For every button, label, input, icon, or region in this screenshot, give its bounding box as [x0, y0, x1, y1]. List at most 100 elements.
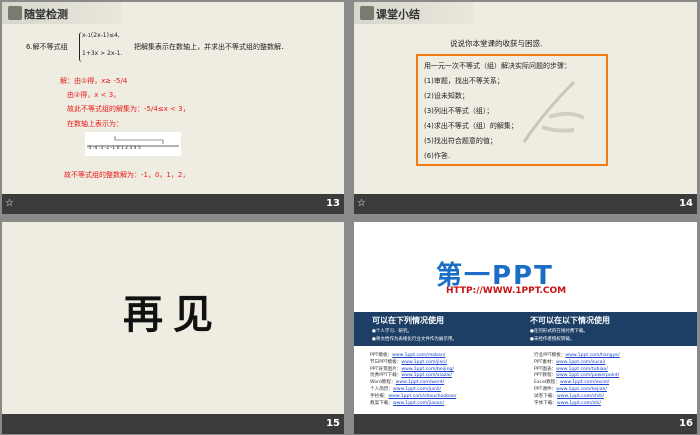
- resource-link-url[interactable]: www.1ppt.com/sucai/: [556, 360, 605, 365]
- summary-box: 用一元一次不等式（组）解决实际问题的步骤： (1)审题，找出不等关系； (2)设…: [416, 54, 608, 166]
- star-icon: ☆: [357, 198, 366, 209]
- summary-intro: 说说你本堂课的收获与困惑.: [450, 39, 543, 48]
- summary-line: (2)设未知数；: [424, 92, 469, 100]
- frac-numerator-2: 5: [146, 105, 151, 113]
- star-icon: ☆: [5, 198, 14, 209]
- brand-url: HTTP://WWW.1PPT.COM: [446, 286, 567, 296]
- forbidden-item: ●任何形式的在线付费下载。: [530, 329, 588, 334]
- resource-link-url[interactable]: www.1ppt.com/hangye/: [565, 353, 619, 358]
- system-line-1b: (2x-1)≤4,: [90, 32, 120, 39]
- resource-link[interactable]: PPT模板：www.1ppt.com/moban/: [370, 352, 445, 358]
- solution-line-5: 故不等式组的整数解为：-1，0，1，2，: [64, 171, 190, 179]
- page-number: 13: [326, 198, 340, 209]
- forbidden-title: 不可以在以下情况使用: [530, 316, 610, 325]
- solution-line-1-text: 解：由①得，x≥ -: [60, 77, 117, 85]
- system-line-2: 1+3x > 2x-1.: [82, 50, 122, 57]
- slide-header: 随堂检测: [2, 2, 122, 24]
- footer-15: 15: [2, 414, 344, 434]
- resource-link-url[interactable]: www.1ppt.com/excel/: [560, 380, 609, 385]
- page-number: 15: [326, 418, 340, 429]
- solution-line-3b: ≤x < 3，: [157, 105, 190, 113]
- resource-link-url[interactable]: www.1ppt.com/word/: [396, 380, 445, 385]
- resource-link[interactable]: 行业PPT模板：www.1ppt.com/hangye/: [534, 352, 620, 358]
- resource-link[interactable]: 教案下载：www.1ppt.com/jiaoan/: [370, 400, 444, 406]
- summary-line: (6)作答.: [424, 152, 451, 160]
- frac-numerator: 5: [116, 77, 121, 85]
- slide-title: 课堂小结: [376, 8, 420, 21]
- resource-link-label: PPT教程：: [534, 373, 557, 379]
- resource-link[interactable]: 节日PPT模板：www.1ppt.com/jieri/: [370, 359, 447, 365]
- resource-link-url[interactable]: www.1ppt.com/powerpoint/: [556, 373, 619, 378]
- summary-line: 用一元一次不等式（组）解决实际问题的步骤：: [424, 62, 571, 70]
- resource-link-label: 手抄报：: [370, 393, 389, 399]
- slide-title: 随堂检测: [24, 8, 68, 21]
- number-line-labels: -5 -4 -3 -2 -1 0 1 2 3 4 5: [87, 146, 141, 151]
- resource-link[interactable]: 试卷下载：www.1ppt.com/shiti/: [534, 393, 604, 399]
- allowed-title: 可以在下列情况使用: [372, 316, 444, 325]
- slide-15[interactable]: 再见: [2, 222, 344, 414]
- question-prefix: 6.解不等式组: [26, 43, 68, 51]
- resource-link-url[interactable]: www.1ppt.com/xiazai/: [401, 373, 452, 378]
- number-line-graphic: [87, 136, 179, 147]
- resource-link-url[interactable]: www.1ppt.com/jieri/: [401, 360, 447, 365]
- allowed-item: ●个人学习、研究。: [372, 329, 412, 334]
- page-number: 16: [679, 418, 693, 429]
- resource-link-label: PPT图表：: [534, 366, 557, 372]
- resource-link-url[interactable]: www.1ppt.com/beijing/: [401, 367, 454, 372]
- footer-13: ☆ 13: [2, 194, 344, 214]
- resource-link-label: PPT素材：: [534, 359, 557, 365]
- resource-link[interactable]: PPT课件：www.1ppt.com/kejian/: [534, 386, 607, 392]
- slide-16[interactable]: 第一PPT HTTP://WWW.1PPT.COM 可以在下列情况使用 ●个人学…: [354, 222, 697, 414]
- solution-line-4: 在数轴上表示为：: [67, 120, 123, 128]
- resource-link[interactable]: PPT图表：www.1ppt.com/tubiao/: [534, 366, 608, 372]
- usage-band: 可以在下列情况使用 ●个人学习、研究。 ●将文档作为表格化行业文件作为展示用。 …: [354, 312, 697, 346]
- resource-link-label: Excel教程：: [534, 380, 560, 386]
- solution-line-3a: 故此不等式组的解集为：-: [67, 105, 147, 113]
- footer-16: 16: [354, 414, 697, 434]
- system-line-2a: 1+3x: [82, 50, 99, 57]
- resource-link-label: PPT背景图片：: [370, 366, 402, 372]
- question-suffix: 把解集表示在数轴上，并求出不等式组的整数解．: [134, 43, 288, 51]
- resource-link[interactable]: PPT素材：www.1ppt.com/sucai/: [534, 359, 605, 365]
- header-icon: [360, 6, 374, 20]
- solution-line-3: 故此不等式组的解集为：-5/4≤x < 3，: [67, 105, 190, 113]
- solution-line-1: 解：由①得，x≥ -5/4: [60, 77, 128, 85]
- resource-link-url[interactable]: www.1ppt.com/ziti/: [557, 401, 601, 406]
- resource-link-label: 个人简历：: [370, 387, 393, 392]
- resource-link-label: PPT模板：: [370, 353, 393, 358]
- allowed-item: ●将文档作为表格化行业文件作为展示用。: [372, 337, 457, 342]
- summary-line: (4)求出不等式（组）的解集；: [424, 122, 518, 130]
- summary-line: (1)审题，找出不等关系；: [424, 77, 504, 85]
- resource-link-label: 教案下载：: [370, 400, 393, 406]
- footer-14: ☆ 14: [354, 194, 697, 214]
- slide-14[interactable]: 课堂小结 说说你本堂课的收获与困惑. 用一元一次不等式（组）解决实际问题的步骤：…: [354, 2, 697, 194]
- page-number: 14: [679, 198, 693, 209]
- resource-link-url[interactable]: www.1ppt.com/tubiao/: [556, 367, 608, 372]
- resource-link-url[interactable]: www.1ppt.com/shiti/: [557, 394, 604, 399]
- system-line-1: x-1(2x-1)≤4,: [82, 32, 120, 39]
- resource-link-label: 试卷下载：: [534, 393, 557, 399]
- resource-link-url[interactable]: www.1ppt.com/kejian/: [556, 387, 607, 392]
- number-line: -5 -4 -3 -2 -1 0 1 2 3 4 5: [85, 132, 181, 156]
- resource-link[interactable]: 字体下载：www.1ppt.com/ziti/: [534, 400, 601, 406]
- goodbye-text: 再见: [123, 291, 223, 338]
- resource-link[interactable]: Word教程：www.1ppt.com/word/: [370, 379, 444, 385]
- resource-link-url[interactable]: www.1ppt.com/jianli/: [393, 387, 441, 392]
- resource-link[interactable]: Excel教程：www.1ppt.com/excel/: [534, 379, 609, 385]
- slide-13[interactable]: 随堂检测 6.解不等式组 x-1(2x-1)≤4, 1+3x > 2x-1. 把…: [2, 2, 344, 194]
- resource-link-url[interactable]: www.1ppt.com/shouchaobao/: [388, 394, 456, 399]
- solution-line-2: 由②得，x < 3，: [67, 91, 121, 99]
- resource-link[interactable]: PPT背景图片：www.1ppt.com/beijing/: [370, 366, 454, 372]
- resource-link[interactable]: 手抄报：www.1ppt.com/shouchaobao/: [370, 393, 456, 399]
- summary-line: (3)列出不等式（组）；: [424, 107, 494, 115]
- resource-link-label: 行业PPT模板：: [534, 353, 566, 358]
- resource-link-label: PPT课件：: [534, 387, 557, 392]
- resource-link-url[interactable]: www.1ppt.com/moban/: [392, 353, 445, 358]
- resource-link-label: 节日PPT模板：: [370, 359, 402, 365]
- resource-link[interactable]: PPT教程：www.1ppt.com/powerpoint/: [534, 372, 619, 378]
- resource-link[interactable]: 优秀PPT下载：www.1ppt.com/xiazai/: [370, 372, 452, 378]
- resource-link-url[interactable]: www.1ppt.com/jiaoan/: [393, 401, 444, 406]
- resource-link[interactable]: 个人简历：www.1ppt.com/jianli/: [370, 386, 441, 392]
- header-icon: [8, 6, 22, 20]
- slide-header: 课堂小结: [354, 2, 474, 24]
